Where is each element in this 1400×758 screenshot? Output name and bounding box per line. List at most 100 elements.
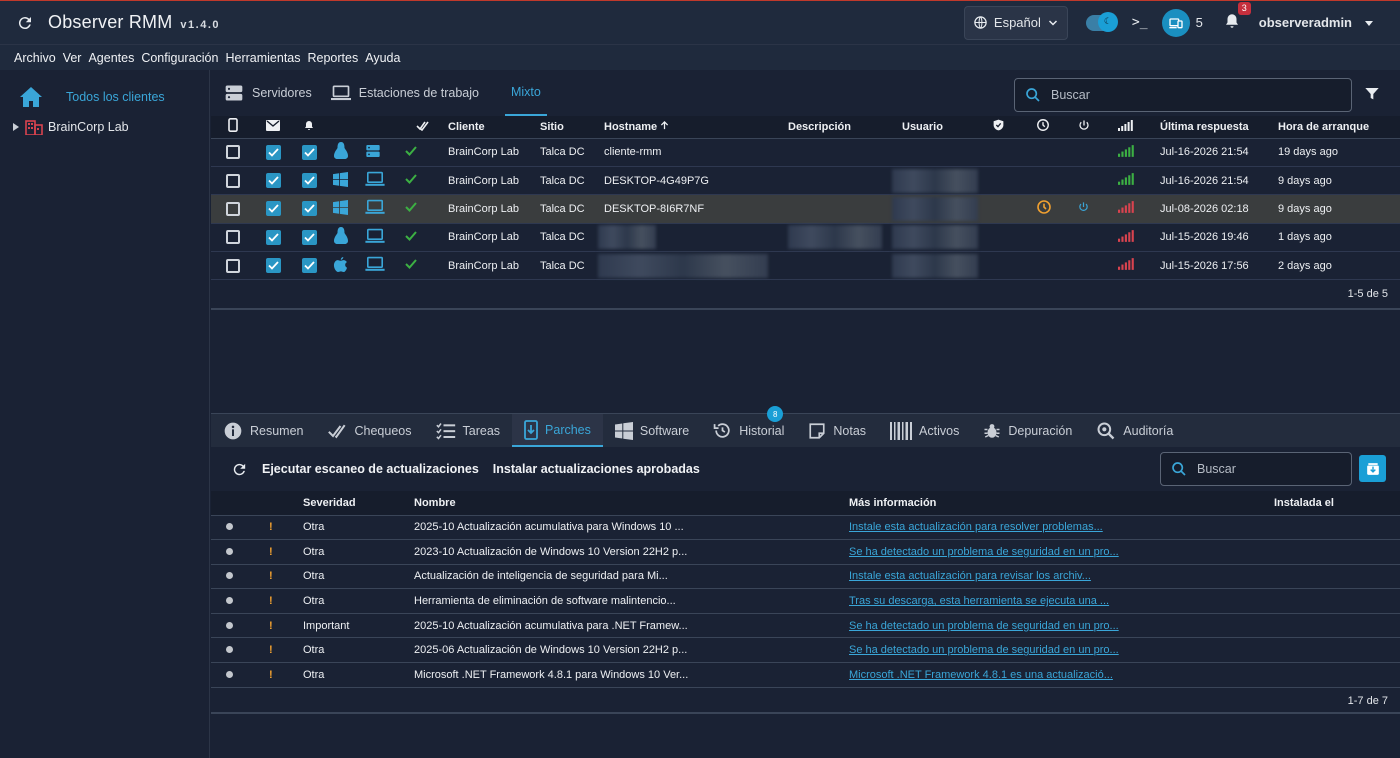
checkbox-checked[interactable] [265,258,281,274]
agent-row[interactable]: BrainCorp Lab Talca DC DESKTOP-4G49P7G J… [211,166,1400,196]
checkbox-checked[interactable] [265,229,281,245]
checkbox-checked[interactable] [301,144,317,160]
checkbox-checked[interactable] [301,229,317,245]
patch-row[interactable]: ! Otra 2025-10 Actualización acumulativa… [211,515,1400,541]
tree-all-clients[interactable]: Todos los clientes [18,86,165,108]
patch-info-link[interactable]: Se ha detectado un problema de seguridad… [849,546,1119,558]
col-severity[interactable]: Severidad [303,491,414,516]
menu-reportes[interactable]: Reportes [308,51,359,65]
col-bell-icon[interactable] [291,116,327,139]
checkbox-checked[interactable] [301,173,317,189]
tab-software[interactable]: Software [603,414,701,447]
checkbox-checked[interactable] [301,201,317,217]
patch-info-link[interactable]: Se ha detectado un problema de seguridad… [849,620,1119,632]
col-cliente[interactable]: Cliente [448,116,540,139]
patch-info-link[interactable]: Se ha detectado un problema de seguridad… [849,644,1119,656]
user-menu[interactable]: observeradmin [1259,15,1374,30]
row-select-checkbox[interactable] [226,201,240,216]
row-select-checkbox[interactable] [226,173,240,188]
patch-row[interactable]: ! Otra 2023-10 Actualización de Windows … [211,539,1400,565]
tab-servidores[interactable]: Servidores [224,70,318,116]
row-select-checkbox[interactable] [226,145,240,160]
notifications-button[interactable]: 3 [1223,2,1251,33]
menu-ayuda[interactable]: Ayuda [365,51,400,65]
patch-info-link[interactable]: Microsoft .NET Framework 4.8.1 es una ac… [849,669,1113,681]
col-email-icon[interactable] [255,116,291,139]
redacted-user [892,225,978,250]
col-shield[interactable] [992,116,1036,139]
laptop-icon [330,85,351,101]
tab-auditoria[interactable]: Auditoría [1084,414,1185,447]
col-checks[interactable] [397,116,448,139]
patch-row[interactable]: ! Otra Actualización de inteligencia de … [211,564,1400,590]
col-name[interactable]: Nombre [414,491,849,516]
checkbox-checked[interactable] [301,258,317,274]
col-arranque[interactable]: Hora de arranque [1278,116,1400,139]
patch-info-link[interactable]: Tras su descarga, esta herramienta se ej… [849,595,1109,607]
tree-root-label: Todos los clientes [66,90,165,104]
patch-info-link[interactable]: Instale esta actualización para resolver… [849,521,1103,533]
agent-search[interactable] [1014,78,1352,112]
power-icon[interactable] [1078,201,1089,213]
col-descripcion[interactable]: Descripción [788,116,902,139]
agent-site: Talca DC [540,174,585,187]
terminal-button[interactable]: >_ [1132,15,1148,30]
patch-info-link[interactable]: Instale esta actualización para revisar … [849,570,1091,582]
menu-ver[interactable]: Ver [63,51,82,65]
filter-button[interactable] [1364,86,1380,105]
agent-client: BrainCorp Lab [448,174,519,187]
refresh-patches-icon[interactable] [231,461,248,478]
tab-tareas[interactable]: Tareas [424,414,513,447]
tab-activos[interactable]: Activos [878,414,971,447]
patch-search[interactable] [1160,452,1352,486]
scan-updates-button[interactable]: Ejecutar escaneo de actualizaciones [262,462,479,476]
row-select-checkbox[interactable] [226,230,240,245]
language-select[interactable]: Español [963,5,1068,40]
col-ultima[interactable]: Última respuesta [1160,116,1278,139]
agent-row[interactable]: BrainCorp Lab Talca DC Jul-15-2026 19:46… [211,223,1400,253]
patch-search-input[interactable] [1197,462,1337,476]
col-installed[interactable]: Instalada el [1274,491,1400,516]
tab-chequeos[interactable]: Chequeos [316,414,424,447]
patch-row[interactable]: ! Otra 2025-06 Actualización de Windows … [211,637,1400,664]
col-signal[interactable] [1118,116,1160,139]
checkbox-checked[interactable] [265,144,281,160]
col-sitio[interactable]: Sitio [540,116,604,139]
row-select-checkbox[interactable] [226,258,240,273]
col-usuario[interactable]: Usuario [902,116,992,139]
menu-archivo[interactable]: Archivo [14,51,56,65]
menu-herramientas[interactable]: Herramientas [225,51,300,65]
col-clock[interactable] [1036,116,1078,139]
tab-notas[interactable]: Notas [796,414,878,447]
tab-mixto[interactable]: Mixto [504,70,547,116]
patch-row[interactable]: ! Otra Herramienta de eliminación de sof… [211,588,1400,614]
devices-button[interactable] [1161,8,1190,37]
tab-parches[interactable]: Parches [512,414,603,447]
col-power[interactable] [1078,116,1118,139]
tree-client-braincorp[interactable]: BrainCorp Lab [12,119,129,135]
patch-row[interactable]: ! Otra Microsoft .NET Framework 4.8.1 pa… [211,662,1400,688]
col-device-icon[interactable] [211,116,255,139]
refresh-icon[interactable] [14,12,36,34]
agent-search-input[interactable] [1051,88,1331,102]
install-approved-button[interactable]: Instalar actualizaciones aprobadas [493,462,700,476]
signal-bad-icon [1118,201,1134,214]
agent-row[interactable]: BrainCorp Lab Talca DC Jul-15-2026 17:56… [211,251,1400,281]
agent-hostname: cliente-rmm [604,146,662,159]
tab-resumen[interactable]: Resumen [211,414,316,447]
export-button[interactable] [1359,455,1386,482]
agent-row[interactable]: BrainCorp Lab Talca DC DESKTOP-8I6R7NF J… [211,194,1400,224]
agent-row[interactable]: BrainCorp Lab Talca DC cliente-rmm Jul-1… [211,138,1400,167]
menu-configuracion[interactable]: Configuración [141,51,218,65]
patch-row[interactable]: ! Important 2025-10 Actualización acumul… [211,613,1400,639]
dark-mode-toggle[interactable]: ☾ [1085,11,1118,32]
checkbox-checked[interactable] [265,173,281,189]
tab-estaciones[interactable]: Estaciones de trabajo [330,70,485,116]
col-more-info[interactable]: Más información [849,491,1274,516]
menu-agentes[interactable]: Agentes [88,51,134,65]
tab-historial[interactable]: Historial 8 [701,406,796,447]
tab-depuracion[interactable]: Depuración [971,414,1084,447]
checkbox-checked[interactable] [265,201,281,217]
col-hostname[interactable]: Hostname [604,116,788,139]
expand-arrow-icon[interactable] [12,123,20,131]
